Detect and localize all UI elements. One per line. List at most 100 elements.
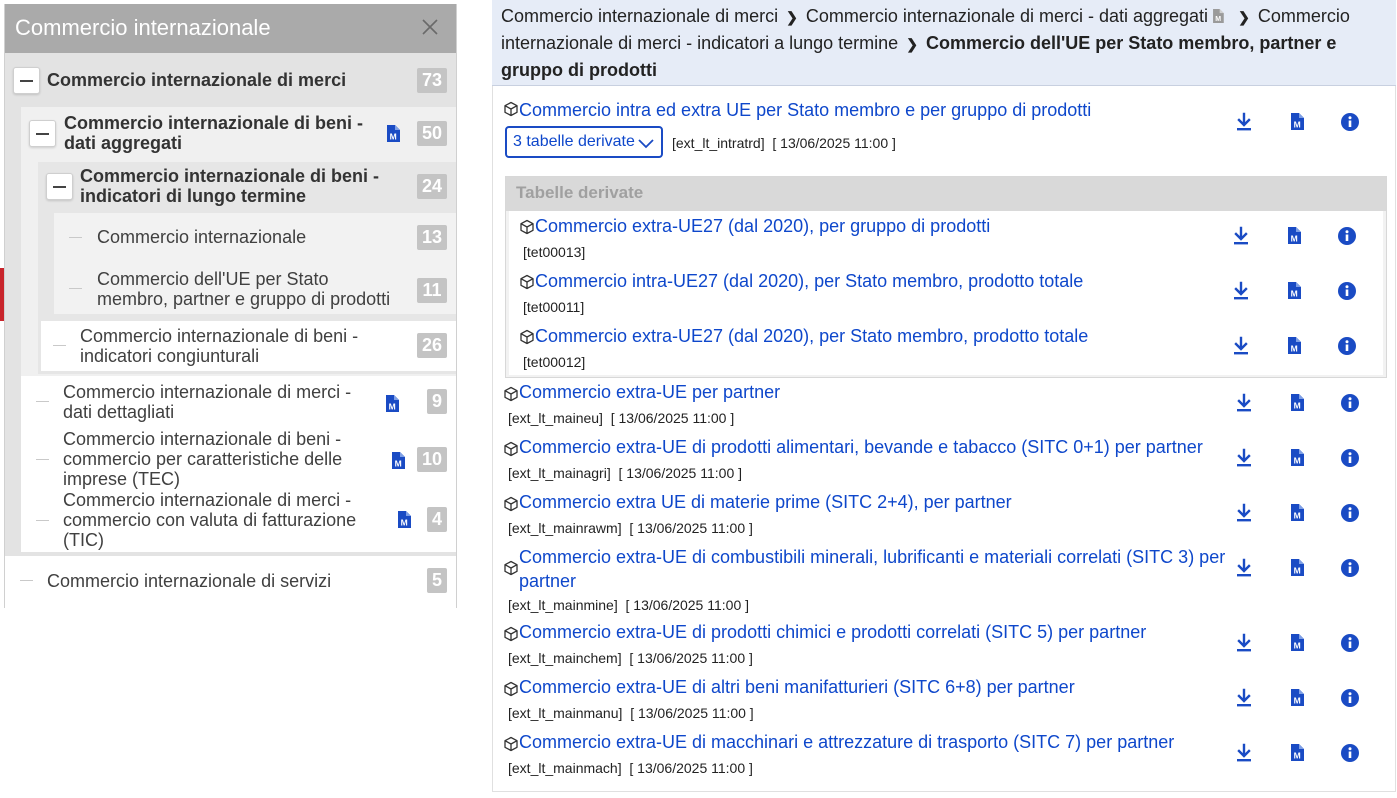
metadata-icon[interactable]: [386, 125, 400, 142]
metadata-icon[interactable]: [1212, 9, 1224, 23]
tree-item[interactable]: Commercio internazionale di beni - dati …: [5, 109, 456, 159]
dataset-title-link[interactable]: Commercio extra-UE di prodotti alimentar…: [519, 435, 1203, 459]
dataset-item: Commercio extra-UE di prodotti alimentar…: [493, 435, 1393, 490]
download-icon[interactable]: [1234, 688, 1254, 708]
dataset-code: [ext_lt_mainmine]: [508, 597, 618, 613]
leaf-toggle: [46, 332, 73, 359]
dataset-title-link[interactable]: Commercio intra ed extra UE per Stato me…: [519, 98, 1199, 122]
derived-table-link[interactable]: Commercio extra-UE27 (dal 2020), per gru…: [535, 214, 990, 238]
derived-table-item: Commercio intra-UE27 (dal 2020), per Sta…: [509, 266, 1383, 321]
metadata-icon[interactable]: [397, 511, 411, 528]
dataset-updated: [ 13/06/2025 11:00 ]: [610, 410, 735, 426]
dataset-item: Commercio extra-UE di macchinari e attre…: [493, 730, 1393, 785]
close-icon[interactable]: [420, 17, 440, 37]
metadata-icon[interactable]: [1290, 559, 1304, 576]
metadata-icon[interactable]: [1290, 449, 1304, 466]
info-icon[interactable]: [1337, 281, 1357, 301]
info-icon[interactable]: [1340, 393, 1360, 413]
info-icon[interactable]: [1340, 448, 1360, 468]
metadata-icon[interactable]: [1290, 689, 1304, 706]
dataset-title-link[interactable]: Commercio extra-UE di macchinari e attre…: [519, 730, 1174, 754]
dataset-title-link[interactable]: Commercio extra UE di materie prime (SIT…: [519, 490, 1012, 514]
dataset-code: [ext_lt_mainmanu]: [508, 705, 623, 721]
dataset-updated: [ 13/06/2025 11:00 ]: [629, 760, 753, 776]
tree-item[interactable]: Commercio internazionale 13: [5, 218, 456, 256]
breadcrumb: Commercio internazionale di merci ❯ Comm…: [492, 0, 1396, 86]
tree-panel: Commercio internazionale Commercio inter…: [4, 4, 457, 608]
info-icon[interactable]: [1340, 112, 1360, 132]
tree-item[interactable]: Commercio internazionale di merci 73: [5, 62, 456, 100]
tree-item[interactable]: Commercio internazionale di beni - indic…: [5, 322, 456, 370]
dataset-meta: [ext_lt_mainchem] [ 13/06/2025 11:00 ]: [508, 650, 753, 666]
collapse-toggle[interactable]: [46, 173, 73, 200]
dataset-cube-icon: [503, 496, 519, 512]
dataset-cube-icon: [503, 441, 519, 457]
download-icon[interactable]: [1231, 336, 1251, 356]
download-icon[interactable]: [1234, 558, 1254, 578]
download-icon[interactable]: [1234, 743, 1254, 763]
collapse-toggle[interactable]: [29, 120, 56, 147]
dataset-item: Commercio extra UE di materie prime (SIT…: [493, 490, 1393, 545]
dataset-title-link[interactable]: Commercio extra-UE di prodotti chimici e…: [519, 620, 1146, 644]
breadcrumb-separator: ❯: [906, 36, 918, 52]
tree-item[interactable]: Commercio internazionale di merci - comm…: [5, 490, 456, 552]
tree-item[interactable]: Commercio dell'UE per Stato membro, part…: [5, 266, 456, 312]
dataset-code: [ext_lt_maineu]: [508, 410, 603, 426]
derived-tables-select[interactable]: 3 tabelle derivate: [505, 126, 663, 158]
info-icon[interactable]: [1337, 336, 1357, 356]
metadata-icon[interactable]: [385, 395, 399, 412]
tree-item[interactable]: Commercio internazionale di servizi 5: [5, 562, 456, 600]
info-icon[interactable]: [1340, 503, 1360, 523]
dataset-title-link[interactable]: Commercio extra-UE di combustibili miner…: [519, 545, 1225, 569]
info-icon[interactable]: [1340, 743, 1360, 763]
metadata-icon[interactable]: [1290, 394, 1304, 411]
metadata-icon[interactable]: [1290, 744, 1304, 761]
metadata-icon[interactable]: [1290, 504, 1304, 521]
metadata-icon[interactable]: [1287, 227, 1301, 244]
dataset-meta: [ext_lt_mainmach] [ 13/06/2025 11:00 ]: [508, 760, 753, 776]
count-badge: 4: [427, 507, 447, 532]
dataset-updated: [ 13/06/2025 11:00 ]: [625, 597, 750, 613]
dataset-title-link[interactable]: Commercio extra-UE per partner: [519, 380, 780, 404]
download-icon[interactable]: [1231, 226, 1251, 246]
info-icon[interactable]: [1340, 558, 1360, 578]
metadata-icon[interactable]: [1287, 282, 1301, 299]
metadata-icon[interactable]: [1290, 634, 1304, 651]
download-icon[interactable]: [1231, 281, 1251, 301]
dataset-title-link-continued[interactable]: partner: [519, 569, 576, 593]
breadcrumb-item[interactable]: Commercio internazionale di merci: [501, 6, 778, 26]
download-icon[interactable]: [1234, 448, 1254, 468]
breadcrumb-item[interactable]: Commercio internazionale di merci - dati…: [806, 6, 1208, 26]
count-badge: 50: [417, 121, 447, 146]
derived-table-link[interactable]: Commercio extra-UE27 (dal 2020), per Sta…: [535, 324, 1088, 348]
chevron-down-icon: [638, 139, 654, 149]
info-icon[interactable]: [1340, 688, 1360, 708]
derived-table-code: [tet00011]: [523, 299, 585, 315]
dataset-list: Commercio intra ed extra UE per Stato me…: [492, 86, 1396, 792]
collapse-toggle[interactable]: [13, 67, 40, 94]
tree-item[interactable]: Commercio internazionale di beni - comme…: [5, 429, 456, 491]
metadata-icon[interactable]: [1287, 337, 1301, 354]
dataset-code: [ext_lt_mainagri]: [508, 465, 611, 481]
leaf-toggle: [62, 275, 89, 302]
dataset-title-link[interactable]: Commercio extra-UE di altri beni manifat…: [519, 675, 1075, 699]
info-icon[interactable]: [1340, 633, 1360, 653]
derived-tables-select-value: 3 tabelle derivate: [513, 133, 635, 150]
download-icon[interactable]: [1234, 112, 1254, 132]
metadata-icon[interactable]: [1290, 113, 1304, 130]
dataset-code: [ext_lt_intratrd]: [672, 135, 765, 151]
tree-item-label: Commercio internazionale di beni - indic…: [80, 326, 359, 366]
dataset-cube-icon: [503, 736, 519, 752]
metadata-icon[interactable]: [391, 452, 405, 469]
tree-item[interactable]: Commercio internazionale di beni - indic…: [5, 162, 456, 212]
download-icon[interactable]: [1234, 393, 1254, 413]
download-icon[interactable]: [1234, 503, 1254, 523]
dataset-cube-icon: [503, 681, 519, 697]
count-badge: 11: [417, 278, 447, 303]
tree-item[interactable]: Commercio internazionale di merci - dati…: [5, 378, 456, 426]
dataset-meta: [ext_lt_intratrd] [ 13/06/2025 11:00 ]: [672, 135, 896, 151]
derived-table-link[interactable]: Commercio intra-UE27 (dal 2020), per Sta…: [535, 269, 1083, 293]
derived-table-code: [tet00012]: [523, 354, 586, 370]
download-icon[interactable]: [1234, 633, 1254, 653]
info-icon[interactable]: [1337, 226, 1357, 246]
